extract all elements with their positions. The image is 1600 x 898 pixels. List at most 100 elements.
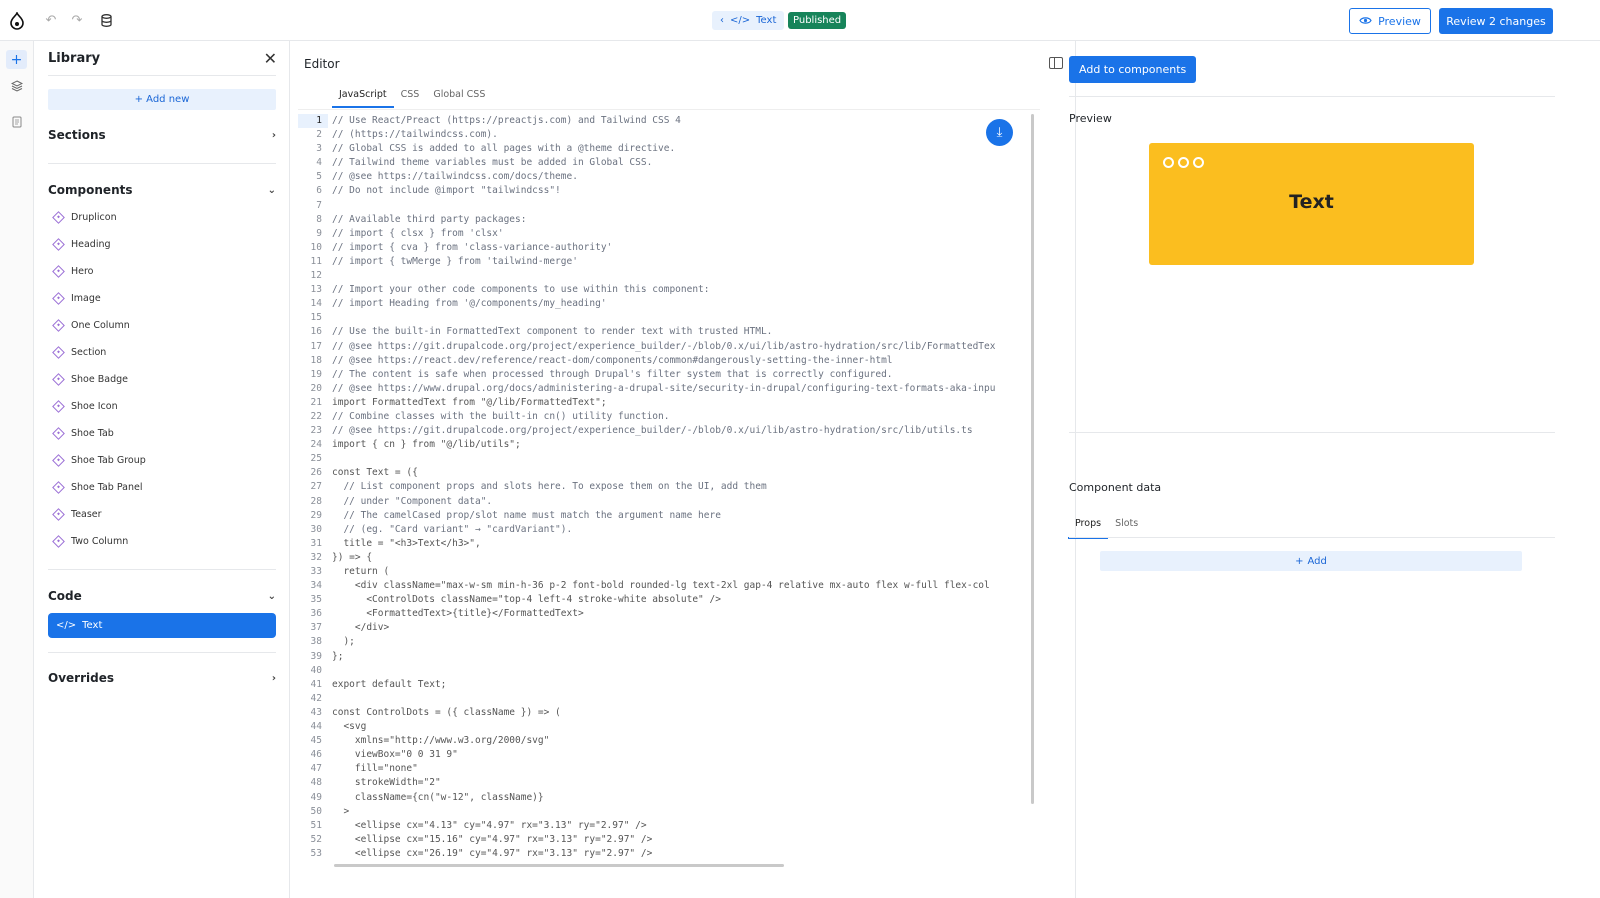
code-line[interactable]: className={cn("w-12", className)} bbox=[332, 791, 995, 805]
add-new-button[interactable]: + Add new bbox=[48, 89, 276, 110]
code-line[interactable]: ); bbox=[332, 635, 995, 649]
page-icon[interactable] bbox=[9, 114, 25, 130]
code-line[interactable]: // import Heading from '@/components/my_… bbox=[332, 297, 995, 311]
code-line[interactable]: <FormattedText>{title}</FormattedText> bbox=[332, 607, 995, 621]
component-item[interactable]: One Column bbox=[52, 319, 130, 332]
code-line[interactable]: const ControlDots = ({ className }) => ( bbox=[332, 706, 995, 720]
code-line[interactable]: }) => { bbox=[332, 551, 995, 565]
code-line[interactable]: import { cn } from "@/lib/utils"; bbox=[332, 438, 995, 452]
code-line[interactable]: // The camelCased prop/slot name must ma… bbox=[332, 509, 995, 523]
component-item[interactable]: Shoe Badge bbox=[52, 373, 128, 386]
code-line[interactable]: // Use the built-in FormattedText compon… bbox=[332, 325, 995, 339]
code-line[interactable]: // @see https://www.drupal.org/docs/admi… bbox=[332, 382, 995, 396]
code-line[interactable]: // @see https://git.drupalcode.org/proje… bbox=[332, 424, 995, 438]
split-view-icon[interactable] bbox=[1049, 57, 1063, 69]
code-item-text[interactable]: </> Text bbox=[48, 613, 276, 638]
code-line[interactable]: // Import your other code components to … bbox=[332, 283, 995, 297]
code-line[interactable]: // (https://tailwindcss.com). bbox=[332, 128, 995, 142]
vertical-scrollbar[interactable] bbox=[1031, 114, 1034, 804]
component-item[interactable]: Shoe Tab Panel bbox=[52, 481, 142, 494]
code-lines[interactable]: // Use React/Preact (https://preactjs.co… bbox=[332, 110, 995, 861]
code-line[interactable]: title = "<h3>Text</h3>", bbox=[332, 537, 995, 551]
component-item[interactable]: Heading bbox=[52, 238, 111, 251]
layers-icon[interactable] bbox=[9, 78, 25, 94]
code-line[interactable]: // import { twMerge } from 'tailwind-mer… bbox=[332, 255, 995, 269]
component-item[interactable]: Hero bbox=[52, 265, 94, 278]
preview-button[interactable]: Preview bbox=[1349, 8, 1431, 34]
code-line[interactable] bbox=[332, 199, 995, 213]
code-line[interactable]: // under "Component data". bbox=[332, 495, 995, 509]
code-toggle[interactable]: Code ⌄ bbox=[48, 589, 276, 603]
review-changes-button[interactable]: Review 2 changes bbox=[1439, 8, 1553, 34]
code-line[interactable]: return ( bbox=[332, 565, 995, 579]
tab-css[interactable]: CSS bbox=[394, 87, 427, 108]
add-prop-button[interactable]: + Add bbox=[1100, 551, 1522, 571]
tab-global-css[interactable]: Global CSS bbox=[426, 87, 492, 108]
code-line[interactable]: }; bbox=[332, 650, 995, 664]
chevron-left-icon[interactable]: ‹ bbox=[720, 15, 724, 26]
component-item[interactable]: Shoe Tab Group bbox=[52, 454, 146, 467]
components-toggle[interactable]: Components ⌄ bbox=[48, 183, 276, 197]
plus-icon[interactable]: + bbox=[6, 50, 27, 69]
code-line[interactable]: <svg bbox=[332, 720, 995, 734]
code-line[interactable]: // @see https://git.drupalcode.org/proje… bbox=[332, 340, 995, 354]
undo-icon[interactable]: ↶ bbox=[44, 13, 58, 28]
close-icon[interactable]: ✕ bbox=[264, 49, 277, 68]
component-item[interactable]: Image bbox=[52, 292, 101, 305]
code-line[interactable]: // Use React/Preact (https://preactjs.co… bbox=[332, 114, 995, 128]
code-line[interactable]: // List component props and slots here. … bbox=[332, 480, 995, 494]
code-line[interactable]: // @see https://tailwindcss.com/docs/the… bbox=[332, 170, 995, 184]
drupal-logo-icon[interactable] bbox=[8, 12, 26, 30]
database-icon[interactable] bbox=[99, 13, 113, 27]
code-line[interactable]: // import { cva } from 'class-variance-a… bbox=[332, 241, 995, 255]
code-line[interactable]: xmlns="http://www.w3.org/2000/svg" bbox=[332, 734, 995, 748]
sections-toggle[interactable]: Sections › bbox=[48, 128, 276, 142]
code-line[interactable]: // Available third party packages: bbox=[332, 213, 995, 227]
code-line[interactable] bbox=[332, 311, 995, 325]
code-line[interactable] bbox=[332, 269, 995, 283]
code-line[interactable]: export default Text; bbox=[332, 678, 995, 692]
code-line[interactable]: // @see https://react.dev/reference/reac… bbox=[332, 354, 995, 368]
code-editor[interactable]: 1 2 3 4 5 6 7 8 9 10 11 12 13 14 15 16 17 18 19 20 21 22 23 24 2… bbox=[298, 109, 1040, 871]
code-line[interactable]: // Global CSS is added to all pages with… bbox=[332, 142, 995, 156]
component-item[interactable]: Two Column bbox=[52, 535, 128, 548]
code-line[interactable]: fill="none" bbox=[332, 762, 995, 776]
component-item[interactable]: Teaser bbox=[52, 508, 102, 521]
code-line[interactable]: // Do not include @import "tailwindcss"! bbox=[332, 184, 995, 198]
component-chip[interactable]: ‹ </> Text bbox=[712, 11, 785, 30]
code-line[interactable]: <ellipse cx="15.16" cy="4.97" rx="3.13" … bbox=[332, 833, 995, 847]
code-line[interactable]: // import { clsx } from 'clsx' bbox=[332, 227, 995, 241]
code-line[interactable]: // (eg. "Card variant" → "cardVariant"). bbox=[332, 523, 995, 537]
code-line[interactable]: <ControlDots className="top-4 left-4 str… bbox=[332, 593, 995, 607]
tab-props[interactable]: Props bbox=[1068, 515, 1109, 539]
code-line[interactable]: </div> bbox=[332, 621, 995, 635]
code-line[interactable] bbox=[332, 664, 995, 678]
line-number: 37 bbox=[310, 622, 322, 634]
horizontal-scrollbar[interactable] bbox=[334, 864, 784, 867]
code-line[interactable]: <div className="max-w-sm min-h-36 p-2 fo… bbox=[332, 579, 995, 593]
code-line[interactable]: // The content is safe when processed th… bbox=[332, 368, 995, 382]
add-to-components-button[interactable]: Add to components bbox=[1069, 56, 1197, 83]
tab-javascript[interactable]: JavaScript bbox=[332, 87, 394, 108]
component-item[interactable]: Shoe Tab bbox=[52, 427, 114, 440]
line-number: 32 bbox=[310, 551, 322, 563]
code-line[interactable]: <ellipse cx="26.19" cy="4.97" rx="3.13" … bbox=[332, 847, 995, 861]
tab-slots[interactable]: Slots bbox=[1108, 515, 1145, 539]
overrides-toggle[interactable]: Overrides › bbox=[48, 671, 276, 685]
redo-icon[interactable]: ↷ bbox=[70, 13, 84, 28]
code-line[interactable]: <ellipse cx="4.13" cy="4.97" rx="3.13" r… bbox=[332, 819, 995, 833]
component-item[interactable]: Druplicon bbox=[52, 211, 117, 224]
code-line[interactable]: // Combine classes with the built-in cn(… bbox=[332, 410, 995, 424]
download-icon[interactable]: ⤓ bbox=[986, 119, 1013, 146]
code-line[interactable]: viewBox="0 0 31 9" bbox=[332, 748, 995, 762]
code-line[interactable]: > bbox=[332, 805, 995, 819]
component-item[interactable]: Shoe Icon bbox=[52, 400, 118, 413]
component-item[interactable]: Section bbox=[52, 346, 106, 359]
code-line[interactable]: strokeWidth="2" bbox=[332, 776, 995, 790]
code-line[interactable] bbox=[332, 452, 995, 466]
code-line[interactable]: // Tailwind theme variables must be adde… bbox=[332, 156, 995, 170]
code-line[interactable]: const Text = ({ bbox=[332, 466, 995, 480]
code-line[interactable] bbox=[332, 692, 995, 706]
code-line[interactable]: import FormattedText from "@/lib/Formatt… bbox=[332, 396, 995, 410]
component-label: Druplicon bbox=[71, 212, 117, 223]
